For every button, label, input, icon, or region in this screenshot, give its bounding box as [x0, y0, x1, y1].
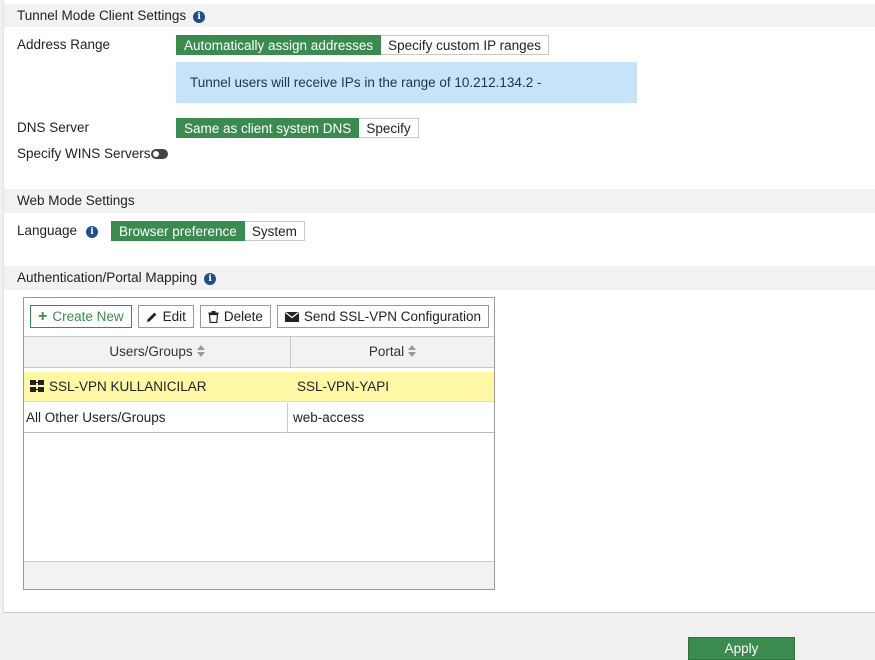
address-range-label: Address Range	[17, 37, 111, 52]
column-divider	[287, 403, 288, 433]
tunnel-section-title: Tunnel Mode Client Settings	[17, 8, 187, 23]
delete-label: Delete	[223, 309, 263, 324]
portal-value: SSL-VPN-YAPI	[297, 379, 390, 394]
auto-assign-option[interactable]: Automatically assign addresses	[176, 35, 382, 55]
tunnel-section-header: Tunnel Mode Client Settings i	[4, 4, 875, 27]
system-option[interactable]: System	[244, 221, 305, 241]
column-header-portal[interactable]: Portal	[291, 336, 494, 368]
sort-icon	[408, 345, 417, 357]
users-groups-value: SSL-VPN KULLANICILAR	[49, 379, 207, 394]
language-toggle: Browser preference System	[111, 221, 305, 241]
ip-range-info-box: Tunnel users will receive IPs in the ran…	[176, 62, 637, 131]
specify-dns-option[interactable]: Specify	[359, 118, 419, 138]
plus-icon: +	[38, 307, 48, 325]
same-as-client-dns-option[interactable]: Same as client system DNS	[176, 118, 360, 138]
info-icon[interactable]: i	[204, 273, 217, 285]
user-group-icon	[30, 380, 44, 392]
browser-preference-option[interactable]: Browser preference	[111, 221, 245, 241]
wins-servers-switch[interactable]	[151, 149, 168, 159]
edit-label: Edit	[162, 309, 186, 324]
info-icon[interactable]: i	[193, 11, 206, 23]
send-ssl-vpn-config-button[interactable]: Send SSL-VPN Configuration	[276, 305, 490, 328]
grid-toolbar: + Create New Edit Delete Send SSL-VPN Co…	[30, 305, 490, 328]
send-config-label: Send SSL-VPN Configuration	[303, 309, 482, 324]
auth-section-title: Authentication/Portal Mapping	[17, 270, 198, 285]
web-section-title: Web Mode Settings	[17, 193, 135, 208]
create-new-button[interactable]: + Create New	[30, 305, 132, 328]
delete-button[interactable]: Delete	[199, 305, 271, 328]
web-section-header: Web Mode Settings	[4, 189, 875, 213]
trash-icon	[208, 310, 219, 323]
grid-footer	[24, 561, 494, 589]
wins-servers-label: Specify WINS Servers	[17, 146, 151, 161]
custom-ip-ranges-option[interactable]: Specify custom IP ranges	[381, 35, 549, 55]
column-header-label: Users/Groups	[109, 344, 193, 359]
dns-server-toggle: Same as client system DNS Specify	[176, 118, 419, 138]
envelope-icon	[284, 311, 299, 322]
apply-button[interactable]: Apply	[688, 637, 795, 660]
pencil-icon	[146, 312, 157, 322]
language-label: Language i	[17, 223, 99, 238]
table-row[interactable]: All Other Users/Groups web-access	[24, 403, 494, 433]
column-header-label: Portal	[368, 344, 405, 359]
table-row[interactable]: SSL-VPN KULLANICILAR SSL-VPN-YAPI	[24, 372, 494, 402]
edit-button[interactable]: Edit	[137, 305, 194, 328]
table-cell: SSL-VPN KULLANICILAR	[30, 372, 207, 402]
create-new-label: Create New	[52, 309, 124, 324]
dns-server-label: DNS Server	[17, 120, 90, 135]
address-range-toggle: Automatically assign addresses Specify c…	[176, 35, 549, 55]
sort-icon	[196, 345, 205, 357]
users-groups-value: All Other Users/Groups	[26, 410, 166, 425]
portal-value: web-access	[293, 410, 365, 425]
auth-section-header: Authentication/Portal Mapping i	[4, 266, 875, 290]
column-header-users-groups[interactable]: Users/Groups	[24, 336, 291, 368]
language-label-text: Language	[17, 223, 78, 238]
portal-mapping-grid: + Create New Edit Delete Send SSL-VPN Co…	[23, 297, 495, 590]
info-icon[interactable]: i	[86, 226, 99, 238]
